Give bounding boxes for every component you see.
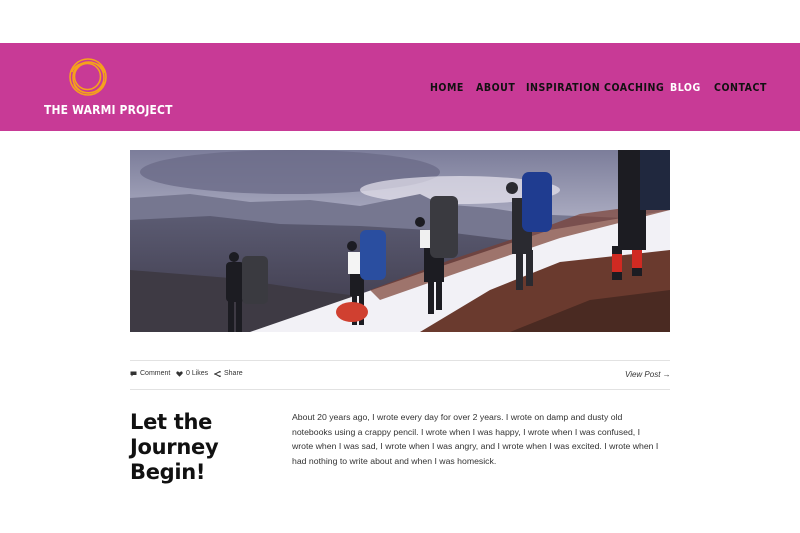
- post-excerpt: About 20 years ago, I wrote every day fo…: [292, 410, 672, 468]
- likes-label: 0 Likes: [186, 370, 209, 377]
- speech-bubble-icon: [130, 371, 137, 376]
- hero-image[interactable]: [130, 150, 670, 332]
- nav-home[interactable]: HOME: [430, 81, 464, 94]
- post-title-line: Journey: [130, 435, 219, 459]
- share-link[interactable]: Share: [214, 370, 243, 377]
- divider-top: [130, 360, 670, 361]
- post-excerpt-line: had nothing to write about and when I wa…: [292, 455, 497, 466]
- hero-photo: [130, 150, 670, 332]
- post-title-line: Begin!: [130, 460, 206, 484]
- share-icon: [214, 370, 221, 377]
- post-title-line: Let the: [130, 410, 213, 434]
- logo-circle-icon: [69, 58, 107, 96]
- divider-bottom: [130, 389, 670, 390]
- nav-coaching[interactable]: COACHING: [604, 81, 664, 94]
- nav-about[interactable]: ABOUT: [476, 81, 515, 94]
- comment-link[interactable]: Comment: [130, 370, 170, 377]
- view-post-link[interactable]: View Post →: [625, 370, 671, 379]
- post-excerpt-line: About 20 years ago, I wrote every day fo…: [292, 412, 623, 422]
- nav-contact[interactable]: CONTACT: [714, 81, 767, 94]
- share-label: Share: [224, 370, 243, 377]
- nav-inspiration[interactable]: INSPIRATION: [526, 81, 600, 94]
- likes-link[interactable]: 0 Likes: [176, 370, 208, 377]
- heart-icon: [176, 370, 183, 377]
- post-title: Let the Journey Begin!: [130, 410, 270, 485]
- nav-blog[interactable]: BLOG: [670, 81, 701, 94]
- post-excerpt-line: notebooks using a crappy pencil. I wrote…: [292, 426, 641, 437]
- post-excerpt-line: wrote when I was sad, I wrote when I was…: [292, 441, 659, 452]
- logo-text: THE WARMI PROJECT: [44, 102, 173, 117]
- comment-label: Comment: [140, 370, 171, 377]
- site-header: THE WARMI PROJECT HOME ABOUT INSPIRATION…: [0, 43, 800, 131]
- site-logo[interactable]: THE WARMI PROJECT: [44, 56, 173, 118]
